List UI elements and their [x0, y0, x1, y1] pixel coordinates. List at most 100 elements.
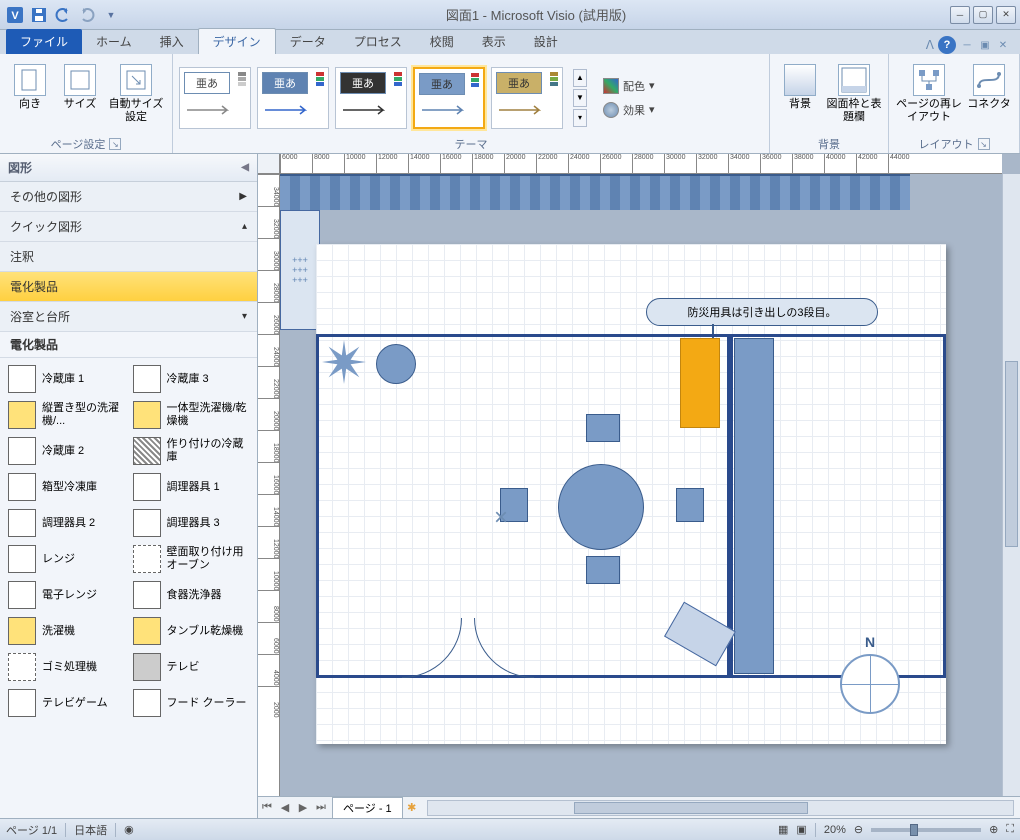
shape-item[interactable]: 電子レンジ [6, 578, 127, 612]
steps-shape[interactable] [280, 174, 910, 210]
shape-item[interactable]: テレビ [131, 650, 252, 684]
zoom-slider[interactable] [871, 828, 981, 832]
close-button[interactable]: ✕ [996, 6, 1016, 24]
chair-south-shape[interactable] [586, 556, 620, 584]
zoom-in-icon[interactable]: ⊕ [989, 823, 998, 836]
view-normal-icon[interactable]: ▦ [778, 823, 788, 836]
zoom-out-icon[interactable]: ⊖ [854, 823, 863, 836]
theme-tile-5[interactable]: 亜あ [491, 67, 563, 129]
shape-item[interactable]: ゴミ処理機 [6, 650, 127, 684]
sub-minimize-button[interactable]: ─ [960, 38, 974, 52]
plant-shape[interactable] [322, 340, 366, 384]
visio-icon[interactable]: V [4, 4, 26, 26]
theme-tile-4-selected[interactable]: 亜あ [413, 67, 485, 129]
shape-item[interactable]: フード クーラー [131, 686, 252, 720]
qat-customize-icon[interactable]: ▼ [100, 4, 122, 26]
shape-item[interactable]: 冷蔵庫 3 [131, 362, 252, 396]
shape-item[interactable]: 壁面取り付け用オーブン [131, 542, 252, 576]
tab-data[interactable]: データ [276, 29, 340, 54]
orientation-button[interactable]: 向き [6, 60, 54, 134]
status-page[interactable]: ページ 1/1 [6, 822, 57, 838]
help-icon[interactable]: ? [938, 36, 956, 54]
shape-item[interactable]: レンジ [6, 542, 127, 576]
page-next-icon[interactable]: ▶ [294, 799, 312, 817]
relayout-button[interactable]: ページの再レイアウト [895, 60, 963, 134]
page-setup-launcher-icon[interactable]: ↘ [109, 138, 121, 150]
shape-item[interactable]: 冷蔵庫 1 [6, 362, 127, 396]
tab-home[interactable]: ホーム [82, 29, 146, 54]
new-page-icon[interactable]: ✱ [403, 799, 421, 817]
theme-tile-2[interactable]: 亜あ [257, 67, 329, 129]
tab-process[interactable]: プロセス [340, 29, 416, 54]
sub-restore-button[interactable]: ▣ [978, 38, 992, 52]
shape-item[interactable]: テレビゲーム [6, 686, 127, 720]
connector-button[interactable]: コネクタ [965, 60, 1013, 134]
page-tab-1[interactable]: ページ - 1 [332, 797, 403, 819]
border-title-button[interactable]: 図面枠と表題欄 [826, 60, 882, 134]
shelf-shape[interactable] [734, 338, 774, 674]
shape-item[interactable]: タンブル乾燥機 [131, 614, 252, 648]
theme-tile-1[interactable]: 亜あ [179, 67, 251, 129]
tab-insert[interactable]: 挿入 [146, 29, 198, 54]
theme-scroll-up-icon[interactable]: ▲ [573, 69, 587, 87]
stencil-annotation[interactable]: 注釈 [0, 242, 257, 272]
fit-page-icon[interactable]: ⛶ [1006, 823, 1014, 836]
undo-icon[interactable] [52, 4, 74, 26]
shapes-pane-collapse-icon[interactable]: ◀ [241, 162, 249, 173]
shape-item[interactable]: 一体型洗濯機/乾燥機 [131, 398, 252, 432]
cabinet-shape[interactable] [680, 338, 720, 428]
round-table-shape[interactable] [558, 464, 644, 550]
shape-item[interactable]: 調理器具 1 [131, 470, 252, 504]
macro-record-icon[interactable]: ◉ [124, 823, 134, 836]
stencil-bath[interactable]: 浴室と台所▾ [0, 302, 257, 332]
drawing-surface[interactable]: 防災用具は引き出しの3段目。 +++++++++ × N [280, 174, 1002, 796]
sofa-shape[interactable]: +++++++++ [280, 210, 320, 330]
effects-button[interactable]: 効果 ▾ [599, 99, 659, 121]
shape-item[interactable]: 作り付けの冷蔵庫 [131, 434, 252, 468]
vertical-scrollbar[interactable] [1002, 174, 1020, 796]
layout-launcher-icon[interactable]: ↘ [978, 138, 990, 150]
shape-item[interactable]: 食器洗浄器 [131, 578, 252, 612]
shape-item[interactable]: 冷蔵庫 2 [6, 434, 127, 468]
small-table-shape[interactable] [376, 344, 416, 384]
horizontal-scrollbar[interactable] [427, 800, 1014, 816]
stencil-electrical[interactable]: 電化製品 [0, 272, 257, 302]
shapes-pane: 図形◀ その他の図形▶ クイック図形▴ 注釈 電化製品 浴室と台所▾ 電化製品 … [0, 154, 258, 818]
minimize-button[interactable]: ─ [950, 6, 970, 24]
theme-tile-3[interactable]: 亜あ [335, 67, 407, 129]
sub-close-button[interactable]: ✕ [996, 38, 1010, 52]
page-last-icon[interactable]: ⏭ [312, 799, 330, 817]
shape-item[interactable]: 箱型冷凍庫 [6, 470, 127, 504]
shape-thumbnail-icon [133, 653, 161, 681]
page-prev-icon[interactable]: ◀ [276, 799, 294, 817]
tab-view[interactable]: 表示 [468, 29, 520, 54]
tab-review[interactable]: 校閲 [416, 29, 468, 54]
redo-icon[interactable] [76, 4, 98, 26]
view-fullscreen-icon[interactable]: ▣ [796, 823, 806, 836]
tab-design2[interactable]: 設計 [520, 29, 572, 54]
page-first-icon[interactable]: ⏮ [258, 799, 276, 817]
compass-shape[interactable]: N [840, 654, 900, 714]
shape-item[interactable]: 調理器具 3 [131, 506, 252, 540]
chair-east-shape[interactable] [676, 488, 704, 522]
chair-north-shape[interactable] [586, 414, 620, 442]
size-button[interactable]: サイズ [56, 60, 104, 134]
status-language[interactable]: 日本語 [74, 822, 107, 838]
callout-shape[interactable]: 防災用具は引き出しの3段目。 [646, 298, 878, 326]
stencil-more[interactable]: その他の図形▶ [0, 182, 257, 212]
tab-file[interactable]: ファイル [6, 29, 82, 54]
autosize-button[interactable]: 自動サイズ設定 [106, 60, 166, 134]
color-scheme-button[interactable]: 配色 ▾ [599, 75, 659, 97]
stencil-quick[interactable]: クイック図形▴ [0, 212, 257, 242]
tab-design[interactable]: デザイン [198, 28, 276, 54]
shape-item[interactable]: 縦置き型の洗濯機/... [6, 398, 127, 432]
background-button[interactable]: 背景 [776, 60, 824, 134]
theme-scroll-down-icon[interactable]: ▼ [573, 89, 587, 107]
maximize-button[interactable]: ▢ [973, 6, 993, 24]
ribbon-minimize-icon[interactable]: ᐱ [926, 38, 934, 52]
save-icon[interactable] [28, 4, 50, 26]
shape-item[interactable]: 調理器具 2 [6, 506, 127, 540]
theme-gallery-expand-icon[interactable]: ▾ [573, 109, 587, 127]
shape-item[interactable]: 洗濯機 [6, 614, 127, 648]
zoom-level[interactable]: 20% [824, 824, 846, 836]
